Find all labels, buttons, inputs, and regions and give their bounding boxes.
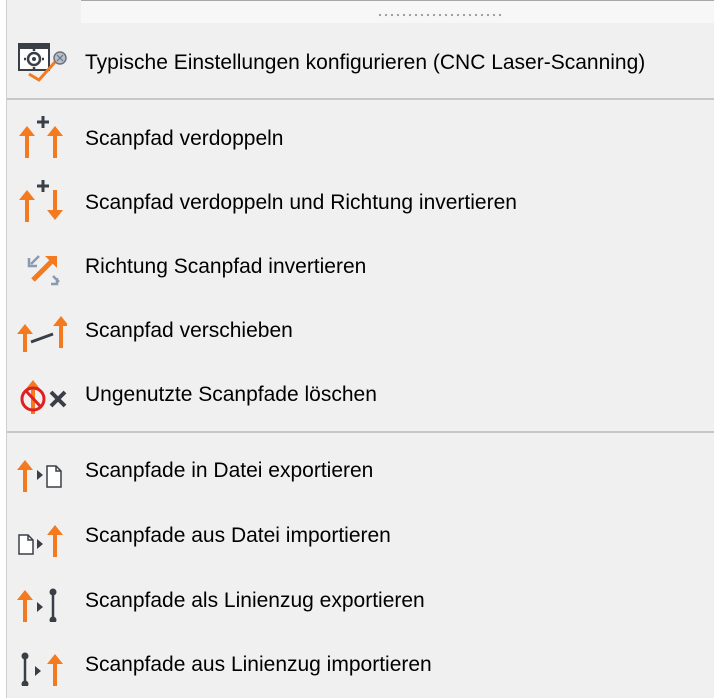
menu-item-label: Ungenutzte Scanpfade löschen: [85, 383, 377, 406]
menu-item-export-polyline[interactable]: Scanpfade als Linienzug exportieren: [7, 570, 714, 630]
export-polyline-icon: [15, 578, 67, 622]
menu-item-duplicate-invert-scanpath[interactable]: Scanpfad verdoppeln und Richtung inverti…: [7, 172, 714, 232]
menu-item-label: Scanpfade als Linienzug exportieren: [85, 589, 425, 612]
import-polyline-icon: [15, 642, 67, 686]
menu-item-typical-settings[interactable]: Typische Einstellungen konfigurieren (CN…: [7, 32, 714, 92]
menu-item-move-scanpath[interactable]: Scanpfad verschieben: [7, 300, 714, 360]
menu-separator: [7, 98, 714, 100]
grip-handle[interactable]: [377, 13, 505, 17]
settings-window-icon: [15, 40, 67, 84]
menu-item-delete-unused-scanpaths[interactable]: Ungenutzte Scanpfade löschen: [7, 364, 714, 424]
menu-item-label: Scanpfade in Datei exportieren: [85, 459, 374, 482]
menu-item-label: Scanpfade aus Datei importieren: [85, 524, 391, 547]
invert-direction-icon: [15, 244, 67, 288]
menu-item-label: Scanpfad verschieben: [85, 319, 293, 342]
export-to-file-icon: [15, 448, 67, 492]
move-scanpath-icon: [15, 308, 67, 352]
menu-item-import-from-file[interactable]: Scanpfade aus Datei importieren: [7, 505, 714, 565]
menu-item-invert-direction[interactable]: Richtung Scanpfad invertieren: [7, 236, 714, 296]
menu-item-import-polyline[interactable]: Scanpfade aus Linienzug importieren: [7, 634, 714, 694]
menu-drag-bar[interactable]: [81, 0, 714, 23]
menu-item-label: Scanpfade aus Linienzug importieren: [85, 653, 432, 676]
menu-item-duplicate-scanpath[interactable]: Scanpfad verdoppeln: [7, 108, 714, 168]
import-from-file-icon: [15, 513, 67, 557]
menu-item-export-to-file[interactable]: Scanpfade in Datei exportieren: [7, 440, 714, 500]
duplicate-invert-scanpath-icon: [15, 180, 67, 224]
menu-item-label: Richtung Scanpfad invertieren: [85, 255, 367, 278]
context-menu: Typische Einstellungen konfigurieren (CN…: [6, 0, 714, 698]
delete-unused-scanpaths-icon: [15, 372, 67, 416]
duplicate-scanpath-icon: [15, 116, 67, 160]
menu-item-label: Scanpfad verdoppeln: [85, 127, 284, 150]
menu-item-label: Scanpfad verdoppeln und Richtung inverti…: [85, 191, 517, 214]
menu-separator: [7, 431, 714, 433]
menu-item-label: Typische Einstellungen konfigurieren (CN…: [85, 51, 646, 74]
